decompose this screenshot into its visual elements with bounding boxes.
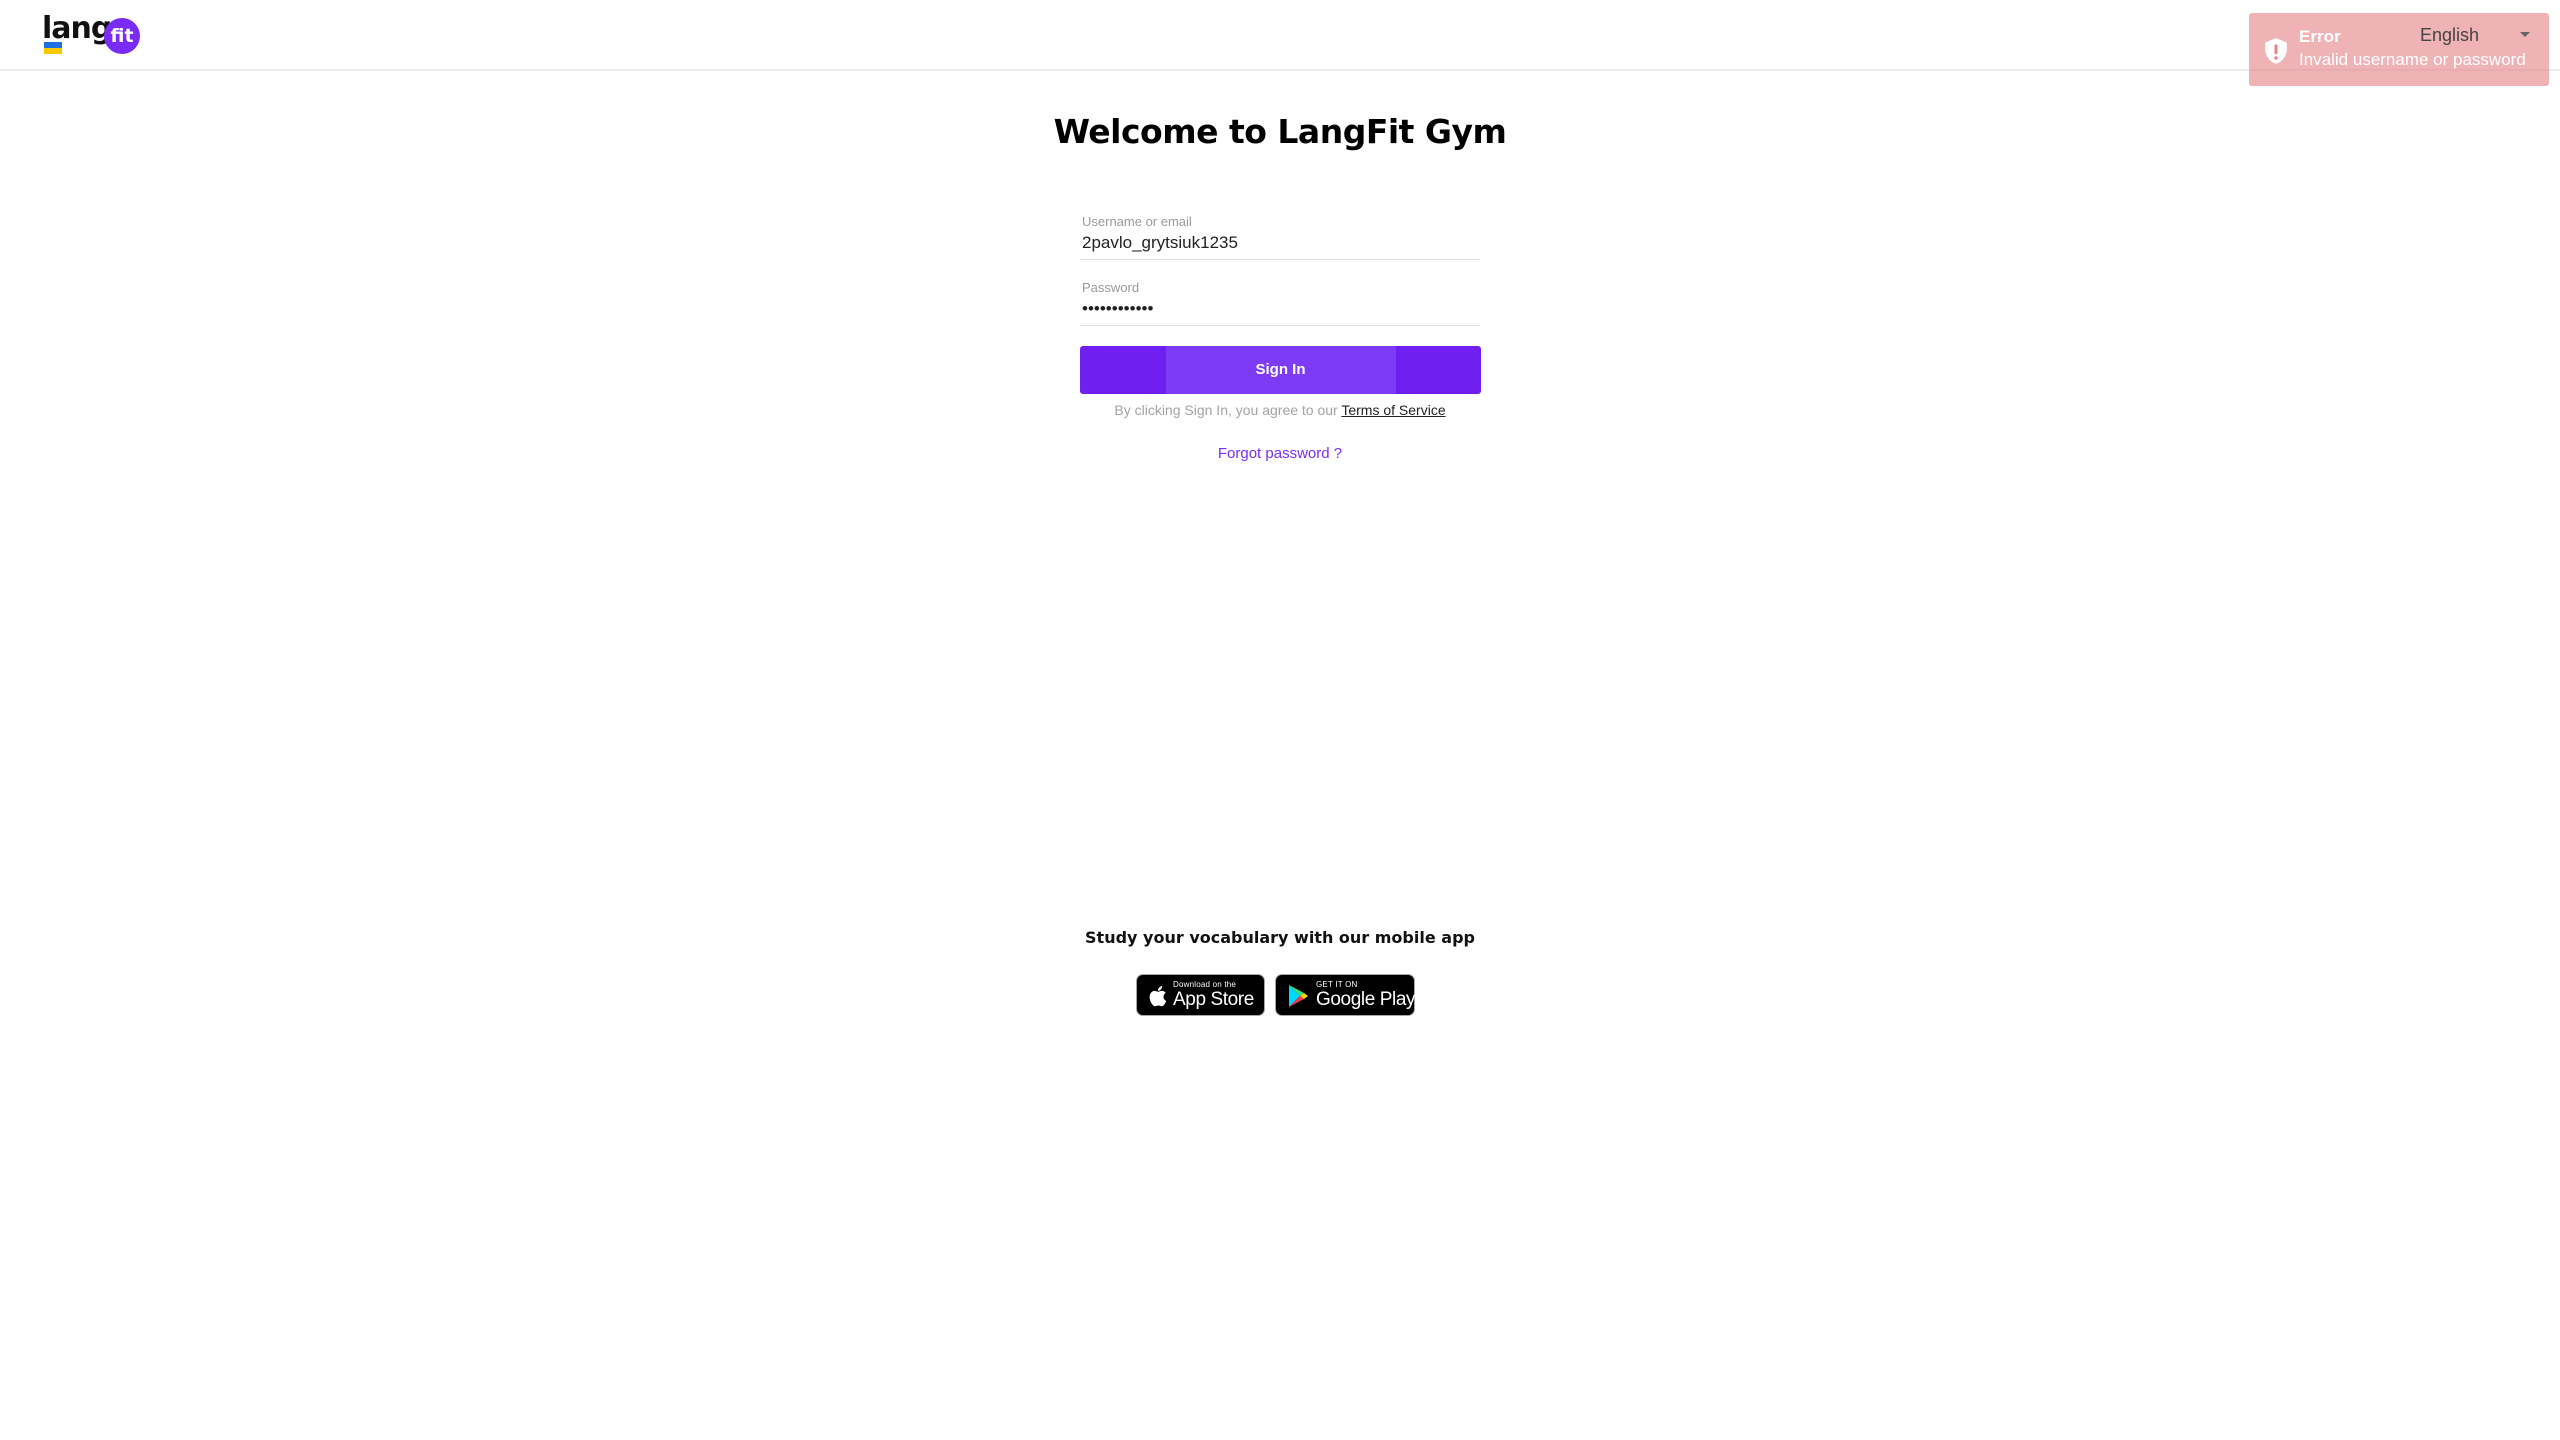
ukraine-flag-icon [44, 42, 62, 54]
password-label: Password [1082, 280, 1140, 295]
google-play-big-text: Google Play [1316, 989, 1416, 1010]
logo-badge: fit [104, 18, 140, 54]
password-field: Password [1080, 276, 1480, 326]
google-play-button[interactable]: GET IT ON Google Play [1275, 974, 1416, 1016]
apple-icon [1149, 986, 1167, 1007]
terms-notice: By clicking Sign In, you agree to our Te… [0, 402, 2560, 418]
page-title: Welcome to LangFit Gym [1053, 112, 1507, 151]
language-value: English [2420, 25, 2480, 45]
toast-message: Invalid username or password [2299, 50, 2526, 69]
app-store-button[interactable]: Download on the App Store [1136, 974, 1265, 1016]
sign-in-button[interactable]: Sign In [1080, 346, 1481, 394]
terms-notice-text: By clicking Sign In, you agree to our [1114, 402, 1342, 418]
google-play-icon [1289, 985, 1308, 1007]
username-field: Username or email [1080, 210, 1480, 260]
logo-text: lang [42, 11, 112, 46]
forgot-password-row: Forgot password ? [0, 445, 2560, 462]
chevron-down-icon [2520, 32, 2530, 37]
app-store-small-text: Download on the [1173, 980, 1237, 989]
langfit-logo[interactable]: lang fit [42, 12, 142, 56]
username-label: Username or email [1082, 214, 1192, 229]
toast-title: Error [2299, 27, 2341, 46]
shield-icon [2265, 38, 2287, 64]
language-select[interactable]: English [2420, 20, 2530, 50]
terms-of-service-link[interactable]: Terms of Service [1341, 402, 1445, 418]
app-store-big-text: App Store [1173, 989, 1254, 1010]
username-input[interactable] [1080, 230, 1480, 256]
google-play-small-text: GET IT ON [1316, 980, 1358, 989]
forgot-password-link[interactable]: Forgot password ? [1218, 445, 1342, 462]
password-input[interactable] [1080, 296, 1480, 322]
top-header: lang fit [0, 0, 2560, 71]
sign-in-label: Sign In [1255, 361, 1306, 378]
mobile-app-heading: Study your vocabulary with our mobile ap… [1085, 928, 1475, 947]
